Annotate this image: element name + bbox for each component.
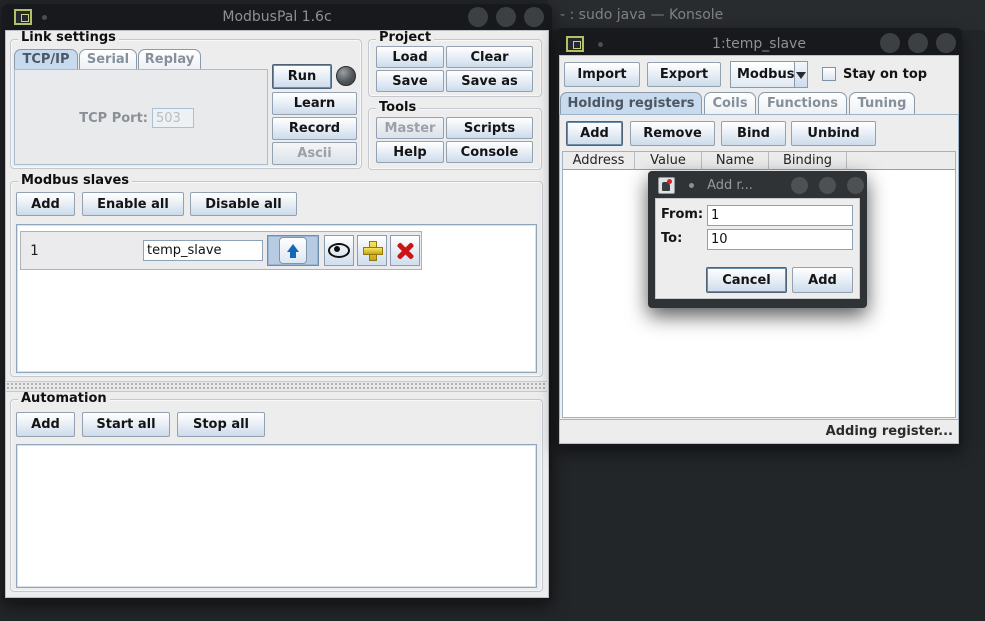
tab-functions[interactable]: Functions	[758, 92, 847, 114]
maximize-button[interactable]	[908, 33, 928, 53]
register-add-button[interactable]: Add	[566, 121, 623, 146]
run-button[interactable]: Run	[272, 64, 332, 89]
cancel-button[interactable]: Cancel	[706, 267, 787, 293]
chevron-down-icon	[794, 62, 807, 87]
disable-all-button[interactable]: Disable all	[190, 192, 297, 216]
tcp-port-label: TCP Port:	[24, 111, 148, 127]
col-header-name[interactable]: Name	[702, 152, 769, 170]
link-settings-title: Link settings	[18, 31, 119, 45]
close-button[interactable]	[524, 7, 544, 27]
maximize-button[interactable]	[819, 177, 836, 194]
tab-tuning[interactable]: Tuning	[849, 92, 915, 114]
minimize-button[interactable]	[880, 33, 900, 53]
konsole-title: - : sudo java — Konsole	[560, 7, 880, 23]
stay-on-top-checkbox[interactable]	[822, 67, 836, 81]
tab-tcpip[interactable]: TCP/IP	[14, 49, 78, 69]
tools-title: Tools	[376, 101, 419, 115]
console-button[interactable]: Console	[446, 141, 533, 163]
tab-serial[interactable]: Serial	[79, 49, 137, 69]
dialog-add-button[interactable]: Add	[792, 267, 853, 293]
slave-add-button[interactable]: Add	[16, 192, 75, 216]
export-button[interactable]: Export	[647, 62, 721, 87]
register-bind-button[interactable]: Bind	[721, 121, 786, 146]
master-button: Master	[376, 117, 444, 139]
slave-duplicate-button[interactable]	[357, 235, 387, 266]
close-button[interactable]	[847, 177, 864, 194]
tab-holding-registers[interactable]: Holding registers	[560, 92, 702, 114]
project-title: Project	[376, 31, 434, 45]
tab-replay[interactable]: Replay	[138, 49, 201, 69]
close-button[interactable]	[936, 33, 956, 53]
slave-id: 1	[30, 243, 38, 259]
register-remove-button[interactable]: Remove	[630, 121, 715, 146]
arrow-up-icon	[279, 237, 307, 264]
eye-icon	[328, 243, 350, 258]
x-delete-icon	[395, 241, 415, 261]
slave-name-input[interactable]	[143, 240, 263, 261]
from-input[interactable]	[707, 205, 853, 226]
minimize-button[interactable]	[791, 177, 808, 194]
automation-title: Automation	[18, 392, 110, 406]
ascii-button: Ascii	[272, 142, 357, 165]
clear-button[interactable]: Clear	[446, 46, 533, 68]
register-unbind-button[interactable]: Unbind	[791, 121, 876, 146]
tab-coils[interactable]: Coils	[704, 92, 756, 114]
from-label: From:	[661, 207, 703, 223]
desktop: - : sudo java — Konsole ModbusPal 1.6c L…	[0, 0, 985, 621]
col-header-address[interactable]: Address	[563, 152, 635, 170]
slave-view-button[interactable]	[324, 235, 354, 266]
learn-button[interactable]: Learn	[272, 92, 357, 115]
modbus-mode-select[interactable]: Modbus	[730, 61, 808, 88]
save-as-button[interactable]: Save as	[446, 70, 533, 92]
dialog-title: Add r...	[660, 178, 800, 193]
record-button[interactable]: Record	[272, 117, 357, 140]
import-button[interactable]: Import	[564, 62, 640, 87]
load-button[interactable]: Load	[376, 46, 444, 68]
modbus-slaves-title: Modbus slaves	[18, 174, 132, 188]
stay-on-top-label: Stay on top	[843, 67, 927, 83]
combo-selected-value: Modbus	[731, 62, 794, 87]
save-button[interactable]: Save	[376, 70, 444, 92]
slave-window-title: 1:temp_slave	[556, 36, 962, 52]
scripts-button[interactable]: Scripts	[446, 117, 533, 139]
col-header-empty	[847, 152, 955, 170]
slave-enable-toggle[interactable]	[267, 235, 319, 266]
tcp-port-input[interactable]	[152, 108, 194, 128]
automation-add-button[interactable]: Add	[16, 412, 75, 437]
maximize-button[interactable]	[496, 7, 516, 27]
stop-all-button[interactable]: Stop all	[177, 412, 265, 437]
enable-all-button[interactable]: Enable all	[82, 192, 184, 216]
minimize-button[interactable]	[468, 7, 488, 27]
to-label: To:	[661, 231, 682, 247]
status-text: Adding register...	[559, 424, 953, 440]
col-header-binding[interactable]: Binding	[769, 152, 847, 170]
slave-delete-button[interactable]	[390, 235, 420, 266]
automation-list	[16, 444, 537, 588]
start-all-button[interactable]: Start all	[82, 412, 170, 437]
to-input[interactable]	[707, 229, 853, 250]
plus-icon	[363, 241, 382, 260]
help-button[interactable]: Help	[376, 141, 444, 163]
col-header-value[interactable]: Value	[635, 152, 702, 170]
run-status-led-icon	[336, 66, 356, 86]
